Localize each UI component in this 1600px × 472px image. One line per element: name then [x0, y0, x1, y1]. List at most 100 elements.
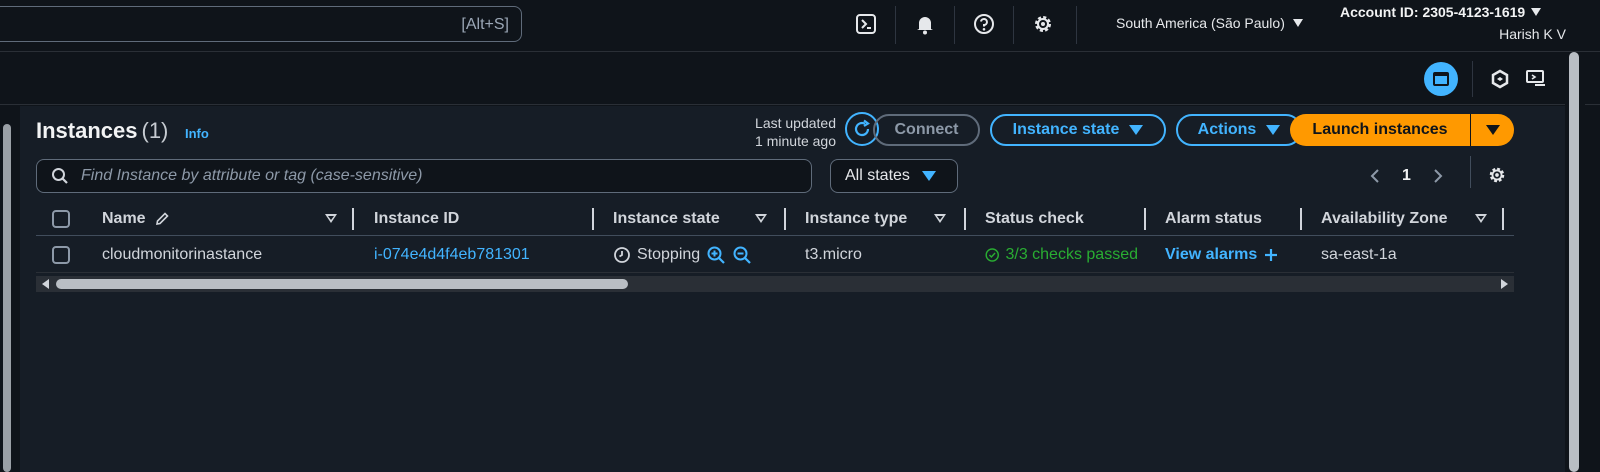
column-header-status-check[interactable]: Status check: [985, 202, 1084, 236]
column-divider[interactable]: [1502, 208, 1504, 230]
chevron-left-icon: [1370, 169, 1379, 183]
row-checkbox[interactable]: [52, 246, 70, 264]
nav-divider: [895, 6, 896, 44]
find-instance-input[interactable]: Find Instance by attribute or tag (case-…: [36, 159, 812, 193]
account-id-label: Account ID: 2305-4123-1619: [1340, 4, 1526, 20]
info-link[interactable]: Info: [185, 126, 209, 141]
column-divider[interactable]: [352, 208, 354, 230]
search-icon: [52, 168, 68, 184]
column-header-instance-type-label: Instance type: [805, 210, 908, 227]
table-row[interactable]: cloudmonitorinastance i-074e4d4f4eb78130…: [36, 237, 1514, 273]
scroll-right-arrow[interactable]: [1501, 279, 1508, 289]
cell-alarm-status: View alarms: [1165, 237, 1295, 273]
nav-divider: [1076, 6, 1077, 44]
gear-icon[interactable]: [1025, 8, 1061, 40]
cell-instance-state: Stopping: [613, 237, 778, 273]
page-scrollbar[interactable]: [1565, 52, 1585, 472]
chevron-down-icon: [1129, 125, 1144, 135]
refresh-icon: [854, 119, 870, 137]
panel-toggle-icon[interactable]: [1424, 62, 1458, 96]
clock-icon: [614, 247, 630, 263]
instance-state-button-label: Instance state: [1012, 121, 1120, 138]
page-title-text: Instances: [36, 118, 138, 143]
cell-instance-type: t3.micro: [805, 246, 862, 263]
account-menu[interactable]: Account ID: 2305-4123-1619: [1340, 4, 1542, 20]
screen-share-icon[interactable]: [1518, 63, 1554, 95]
launch-options-button[interactable]: [1470, 114, 1514, 146]
column-header-availability-zone-label: Availability Zone: [1321, 210, 1448, 227]
column-header-status-check-label: Status check: [985, 210, 1084, 227]
region-label: South America (São Paulo): [1116, 15, 1285, 31]
zoom-out-icon[interactable]: [732, 245, 752, 265]
column-header-alarm-status[interactable]: Alarm status: [1165, 202, 1262, 236]
zoom-in-icon[interactable]: [706, 245, 726, 265]
instance-state-button[interactable]: Instance state: [990, 114, 1166, 146]
states-filter-value: All states: [845, 167, 910, 184]
sort-icon[interactable]: [1475, 214, 1487, 223]
chevron-down-icon: [1485, 125, 1500, 135]
toolbar-divider: [1472, 61, 1473, 97]
launch-instances-button[interactable]: Launch instances: [1290, 114, 1470, 146]
connect-button[interactable]: Connect: [873, 114, 980, 146]
sort-icon[interactable]: [755, 214, 767, 223]
column-header-instance-id[interactable]: Instance ID: [374, 202, 459, 236]
column-divider[interactable]: [784, 208, 786, 230]
column-header-instance-id-label: Instance ID: [374, 210, 460, 227]
instance-count: (1): [141, 118, 169, 143]
column-header-availability-zone[interactable]: Availability Zone: [1321, 202, 1448, 236]
launch-instances-label: Launch instances: [1312, 121, 1448, 138]
column-header-instance-state-label: Instance state: [613, 210, 720, 227]
states-filter-select[interactable]: All states: [830, 159, 958, 193]
bell-icon[interactable]: [907, 8, 943, 40]
column-divider[interactable]: [964, 208, 966, 230]
cloudshell-icon[interactable]: [848, 8, 884, 40]
last-updated: Last updated 1 minute ago: [710, 114, 836, 150]
gear-icon: [1489, 167, 1505, 183]
column-header-name[interactable]: Name: [102, 202, 170, 236]
global-search-input[interactable]: [Alt+S]: [0, 6, 522, 42]
column-header-instance-state[interactable]: Instance state: [613, 202, 720, 236]
cell-name: cloudmonitorinastance: [102, 246, 263, 263]
column-header-name-label: Name: [102, 210, 146, 227]
instances-panel: Instances (1) Info Last updated 1 minute …: [20, 106, 1565, 472]
pager-divider: [1470, 156, 1471, 188]
column-header-instance-type[interactable]: Instance type: [805, 202, 907, 236]
plus-icon[interactable]: [1263, 247, 1279, 263]
chevron-down-icon: [1531, 8, 1542, 16]
left-scrollbar[interactable]: [0, 106, 14, 472]
chevron-down-icon: [1292, 19, 1303, 27]
pencil-icon: [155, 212, 169, 225]
sort-icon[interactable]: [325, 214, 337, 223]
page-number[interactable]: 1: [1402, 167, 1411, 185]
table-horizontal-scrollbar[interactable]: [36, 276, 1514, 292]
page-title: Instances (1): [36, 118, 168, 144]
pagination: 1: [1370, 162, 1443, 190]
column-divider[interactable]: [1300, 208, 1302, 230]
column-divider[interactable]: [1144, 208, 1146, 230]
region-selector[interactable]: South America (São Paulo): [1116, 15, 1303, 31]
column-divider[interactable]: [592, 208, 594, 230]
table-settings-button[interactable]: [1482, 160, 1512, 190]
chevron-down-icon: [1266, 125, 1281, 135]
chevron-right-icon: [1434, 169, 1443, 183]
last-updated-time: 1 minute ago: [755, 133, 836, 149]
actions-button-label: Actions: [1197, 121, 1257, 138]
instance-id-link[interactable]: i-074e4d4f4eb781301: [374, 237, 584, 273]
console-toolbar: [0, 53, 1600, 105]
scrollbar-thumb[interactable]: [56, 279, 628, 289]
view-alarms-link[interactable]: View alarms: [1165, 246, 1257, 264]
last-updated-label: Last updated: [755, 115, 836, 131]
account-user-name: Harish K V: [1499, 26, 1566, 42]
cell-availability-zone: sa-east-1a: [1321, 246, 1397, 263]
scroll-left-arrow[interactable]: [42, 279, 49, 289]
cell-status-check: 3/3 checks passed: [985, 237, 1138, 273]
actions-button[interactable]: Actions: [1176, 114, 1302, 146]
hexagon-icon[interactable]: [1482, 63, 1518, 95]
help-icon[interactable]: [966, 8, 1002, 40]
find-instance-placeholder: Find Instance by attribute or tag (case-…: [81, 167, 423, 184]
sort-icon[interactable]: [934, 214, 946, 223]
check-circle-icon: [985, 248, 999, 262]
column-header-alarm-status-label: Alarm status: [1165, 210, 1262, 227]
top-navigation: [Alt+S] South America (São Paulo) Accoun…: [0, 0, 1600, 52]
select-all-checkbox[interactable]: [52, 210, 70, 228]
